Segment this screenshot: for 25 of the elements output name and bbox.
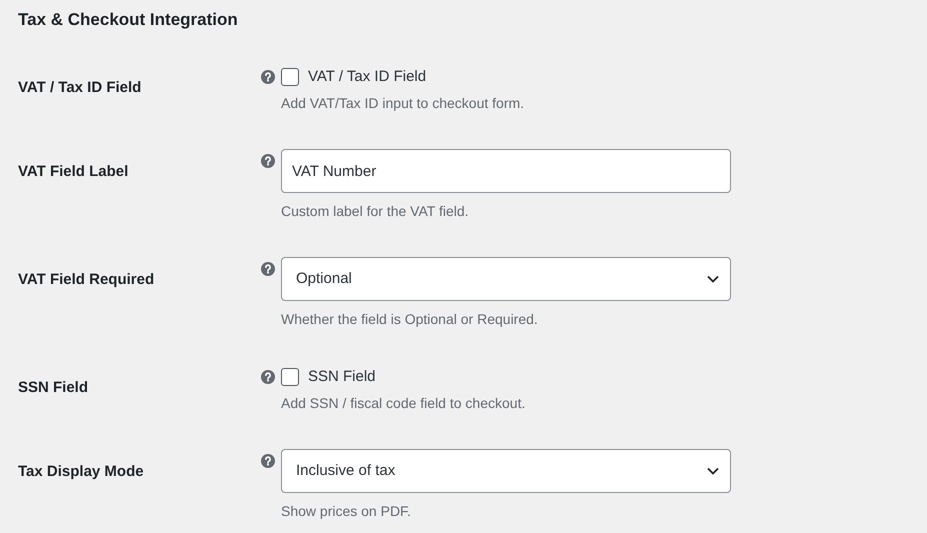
chevron-down-icon (707, 275, 719, 283)
field-description: Show prices on PDF. (281, 502, 411, 521)
field-label: VAT Field Label (18, 163, 128, 180)
section-title: Tax & Checkout Integration (18, 9, 238, 31)
help-icon[interactable] (261, 154, 275, 168)
field-label: SSN Field (18, 379, 88, 396)
help-icon[interactable] (261, 70, 275, 84)
checkbox-label[interactable]: SSN Field (308, 367, 376, 387)
field-description: Custom label for the VAT field. (281, 202, 469, 221)
checkbox[interactable] (281, 68, 299, 86)
field-label: VAT / Tax ID Field (18, 79, 142, 96)
field-description: Whether the field is Optional or Required. (281, 310, 538, 329)
help-icon[interactable] (261, 262, 275, 276)
checkbox[interactable] (281, 368, 299, 386)
text-field[interactable]: VAT Number (281, 149, 731, 193)
field-description: Add SSN / fiscal code field to checkout. (281, 394, 526, 413)
help-icon[interactable] (261, 370, 275, 384)
field-description: Add VAT/Tax ID input to checkout form. (281, 94, 524, 113)
checkbox-label[interactable]: VAT / Tax ID Field (308, 67, 426, 87)
field-label: VAT Field Required (18, 271, 154, 288)
chevron-down-icon (707, 467, 719, 475)
dropdown[interactable]: Inclusive of tax (281, 449, 731, 493)
dropdown[interactable]: Optional (281, 257, 731, 301)
field-label: Tax Display Mode (18, 463, 144, 480)
help-icon[interactable] (261, 454, 275, 468)
